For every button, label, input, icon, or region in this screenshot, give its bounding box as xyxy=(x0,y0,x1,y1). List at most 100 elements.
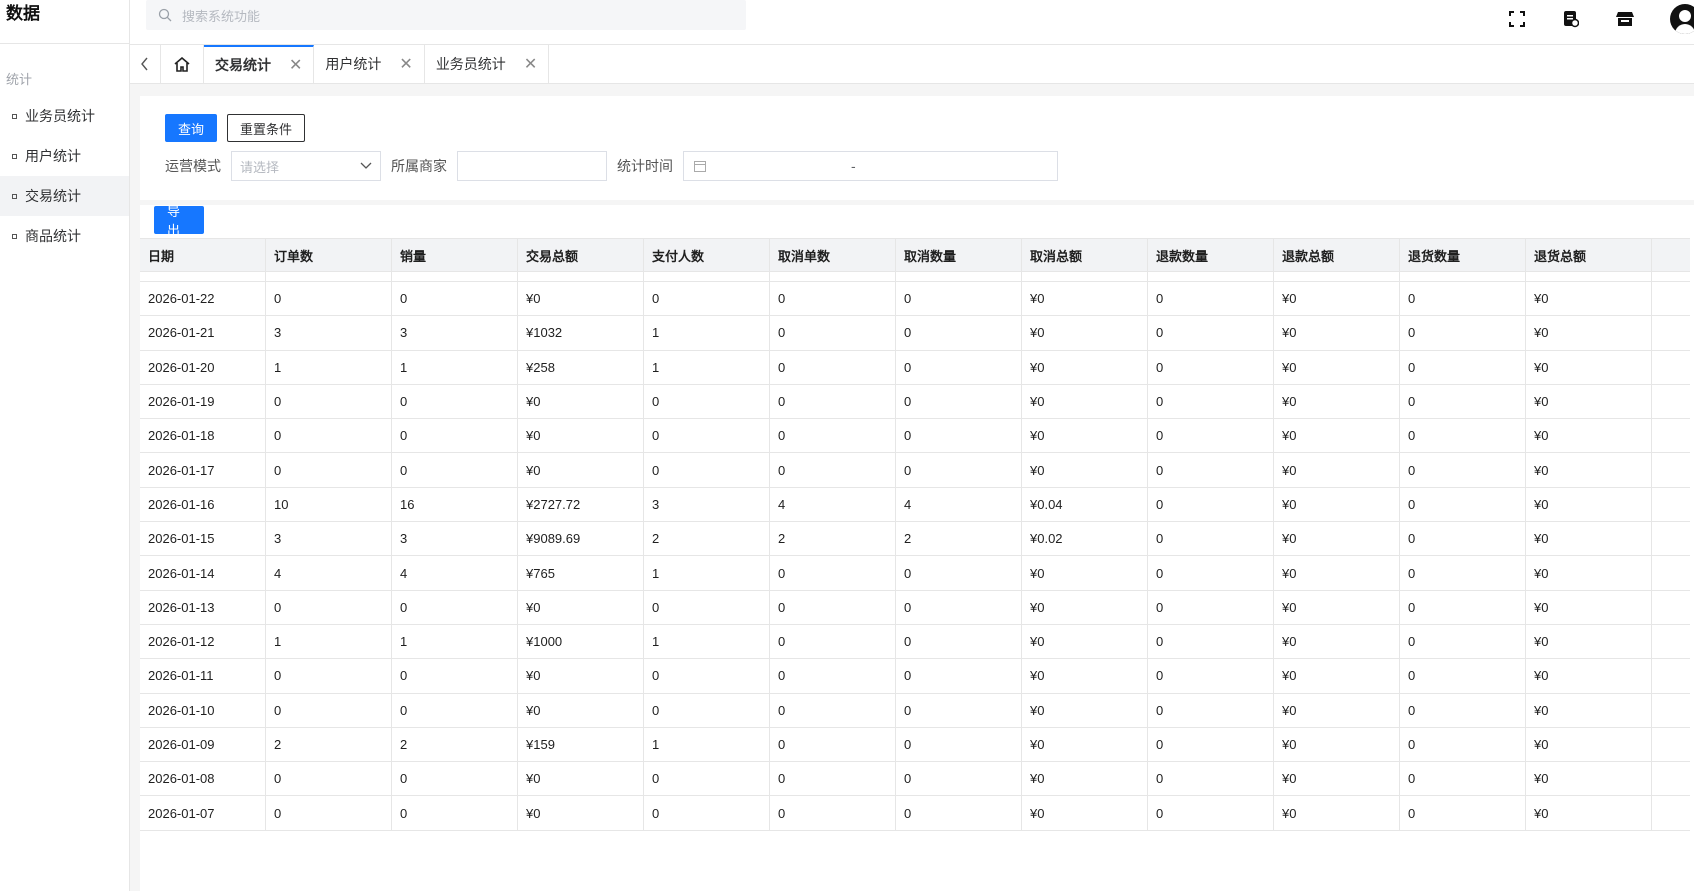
fullscreen-icon[interactable] xyxy=(1508,10,1526,28)
table-cell: 0 xyxy=(1400,350,1526,384)
table-cell: 0 xyxy=(1400,727,1526,762)
table-cell: 0 xyxy=(896,727,1022,762)
table-cell: ¥1032 xyxy=(518,316,644,350)
table-row: 2026-01-15 3 3 ¥9089.69 2 2 2 ¥0.02 0 ¥0 0 ¥0 xyxy=(140,522,1690,557)
table-cell: ¥0 xyxy=(1526,693,1652,727)
header-actions xyxy=(1508,4,1694,34)
table-cell: ¥0 xyxy=(1022,556,1148,590)
table-cell: 0 xyxy=(896,453,1022,487)
table-cell: 0 xyxy=(392,762,518,796)
table-cell: ¥0 xyxy=(1526,453,1652,487)
table-cell: 0 xyxy=(1148,624,1274,659)
close-icon[interactable]: ✕ xyxy=(289,55,302,75)
table-cell: ¥0 xyxy=(518,419,644,453)
table-cell: ¥0 xyxy=(1526,727,1652,762)
tab-label: 交易统计 xyxy=(215,57,271,73)
table-cell: 0 xyxy=(1148,556,1274,590)
date-range-picker[interactable]: - xyxy=(683,151,1058,181)
table-cell: ¥0 xyxy=(1526,796,1652,830)
table-cell: ¥0 xyxy=(1274,624,1400,659)
tab[interactable]: 交易统计 ✕ xyxy=(204,45,315,83)
spacer-cell xyxy=(1400,272,1526,281)
merchant-input[interactable] xyxy=(457,151,607,181)
table-cell: 1 xyxy=(266,624,392,659)
mode-select[interactable]: 请选择 xyxy=(231,151,381,181)
table-cell: ¥0 xyxy=(518,693,644,727)
store-icon[interactable] xyxy=(1616,10,1634,28)
spacer-cell xyxy=(1274,272,1400,281)
table-cell: 0 xyxy=(266,453,392,487)
table-cell: ¥0 xyxy=(518,796,644,830)
table-cell: ¥0 xyxy=(1526,556,1652,590)
table-cell: ¥0 xyxy=(1274,350,1400,384)
table-cell: 3 xyxy=(392,316,518,350)
query-button[interactable]: 查询 xyxy=(165,114,218,142)
table-cell: 10 xyxy=(266,487,392,522)
table-cell: 0 xyxy=(770,419,896,453)
sidebar-item[interactable]: 用户统计 xyxy=(0,136,129,176)
table-cell: 0 xyxy=(1400,659,1526,693)
tabs-list: 交易统计 ✕ 用户统计 ✕ 业务员统计 ✕ xyxy=(204,45,550,83)
table-cell: 0 xyxy=(1400,384,1526,419)
table-cell: 2026-01-07 xyxy=(140,796,266,830)
top-header: 搜索系统功能 xyxy=(130,0,1694,44)
table-cell: 2026-01-17 xyxy=(140,453,266,487)
table-cell: 0 xyxy=(770,590,896,624)
table-cell: 0 xyxy=(770,693,896,727)
table-cell: ¥0 xyxy=(1022,762,1148,796)
table-cell: ¥159 xyxy=(518,727,644,762)
sidebar-item[interactable]: 业务员统计 xyxy=(0,96,129,136)
section-title: 统计 xyxy=(6,72,33,87)
table-cell: ¥1000 xyxy=(518,624,644,659)
table-cell: 1 xyxy=(644,727,770,762)
table-cell: 0 xyxy=(770,727,896,762)
table-cell: ¥0 xyxy=(1274,727,1400,762)
table-row: 2026-01-16 10 16 ¥2727.72 3 4 4 ¥0.04 0 ¥0 0 ¥0 xyxy=(140,487,1690,523)
search-input[interactable]: 搜索系统功能 xyxy=(146,0,746,30)
table-cell: 0 xyxy=(1148,590,1274,624)
export-button[interactable]: 导出 xyxy=(154,204,204,238)
table-cell: 0 xyxy=(896,624,1022,659)
spacer-cell xyxy=(266,272,392,281)
column-header: 订单数 xyxy=(266,239,392,271)
sidebar-item[interactable]: 交易统计 xyxy=(0,176,129,216)
chevron-left-icon xyxy=(141,57,148,71)
column-header: 取消单数 xyxy=(770,239,896,271)
column-header: 退货总额 xyxy=(1526,239,1652,271)
table-cell: 2026-01-09 xyxy=(140,727,266,762)
table-cell: 16 xyxy=(392,487,518,522)
table-cell: ¥0 xyxy=(1022,384,1148,419)
table-cell: ¥258 xyxy=(518,350,644,384)
filter-form: 运营模式 请选择 所属商家 统计时间 - xyxy=(165,151,1058,181)
user-avatar[interactable] xyxy=(1670,4,1694,34)
tab[interactable]: 用户统计 ✕ xyxy=(314,45,425,83)
tab[interactable]: 业务员统计 ✕ xyxy=(425,45,550,83)
table-cell: 0 xyxy=(1148,693,1274,727)
column-header: 退货数量 xyxy=(1400,239,1526,271)
sidebar-nav: 业务员统计用户统计 交易统计商品统计 xyxy=(0,96,129,256)
table-cell: 2026-01-15 xyxy=(140,522,266,556)
table-cell: ¥0 xyxy=(1526,316,1652,350)
table-cell: 0 xyxy=(896,659,1022,693)
table-cell: 0 xyxy=(266,762,392,796)
table-cell: 0 xyxy=(1400,522,1526,556)
table-cell: 0 xyxy=(770,796,896,830)
close-icon[interactable]: ✕ xyxy=(399,54,412,74)
home-tab[interactable] xyxy=(161,45,204,83)
table-cell: ¥0 xyxy=(1526,522,1652,556)
document-icon[interactable] xyxy=(1562,10,1580,28)
table-cell: 2026-01-18 xyxy=(140,419,266,453)
table-cell: ¥0 xyxy=(1526,624,1652,659)
table-cell: ¥0 xyxy=(1526,384,1652,419)
tabs-back-button[interactable] xyxy=(130,45,161,83)
search-icon xyxy=(158,8,172,22)
table-cell: 0 xyxy=(1148,487,1274,522)
sidebar-item[interactable]: 商品统计 xyxy=(0,216,129,256)
reset-button[interactable]: 重置条件 xyxy=(227,114,306,142)
sidebar-item-label: 业务员统计 xyxy=(25,108,95,124)
table-row: 2026-01-10 0 0 ¥0 0 0 0 ¥0 0 ¥0 0 ¥0 xyxy=(140,693,1690,728)
close-icon[interactable]: ✕ xyxy=(524,54,537,74)
sidebar-item-label: 商品统计 xyxy=(25,228,81,244)
table-cell: 4 xyxy=(392,556,518,590)
table-cell: ¥0 xyxy=(1274,282,1400,316)
